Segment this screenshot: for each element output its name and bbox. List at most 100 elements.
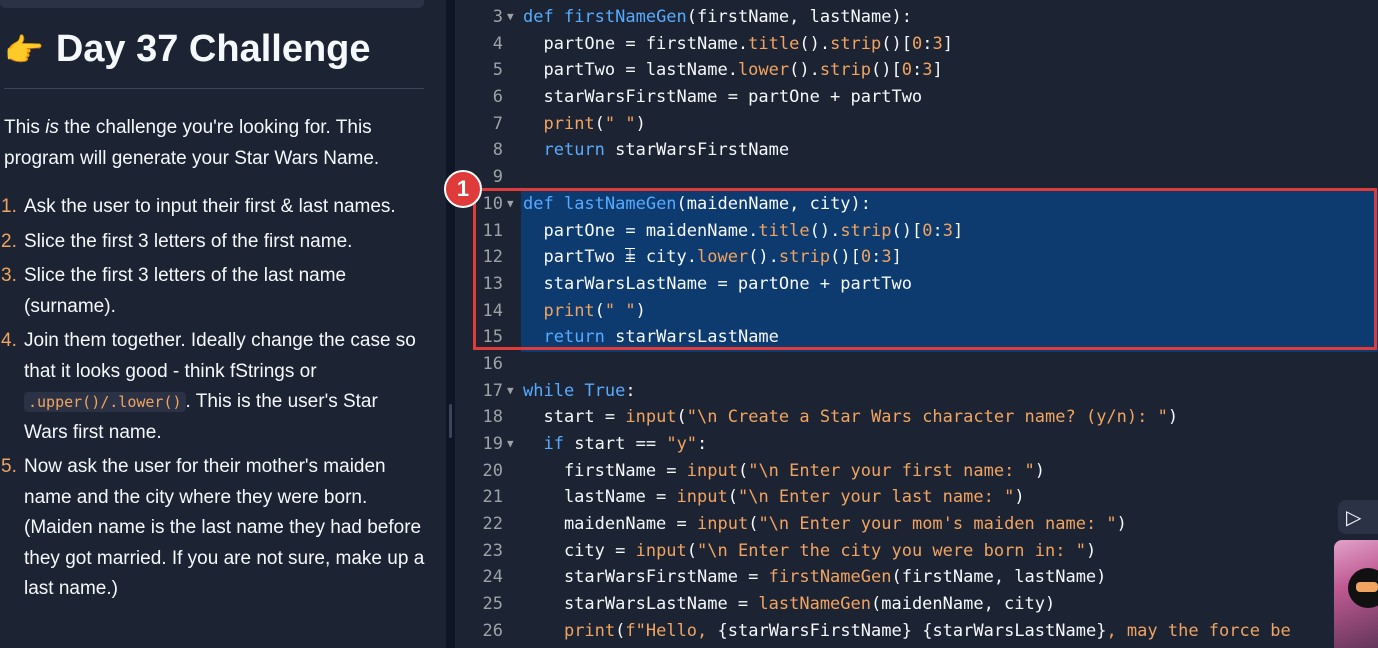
code-token: input: [635, 540, 687, 561]
code-token: (maidenName, city): [871, 594, 1056, 615]
line-number: 26: [482, 620, 503, 641]
code-token: ): [1014, 487, 1025, 508]
code-line[interactable]: 17 ▼ while True:: [455, 378, 1378, 405]
code-token: ): [1085, 540, 1097, 561]
code-line[interactable]: 21 lastName = input("\n Enter your last …: [455, 484, 1378, 511]
challenge-intro: This is the challenge you're looking for…: [4, 112, 424, 174]
panel-resize-handle[interactable]: [446, 0, 455, 648]
line-number: 20: [482, 460, 503, 481]
code-token: ()[: [871, 60, 902, 81]
line-number: 3: [492, 7, 503, 27]
code-token: :: [625, 380, 636, 401]
code-line[interactable]: 9: [455, 164, 1378, 191]
code-line[interactable]: 26 print(f"Hello, {starWarsFirstName} {s…: [455, 618, 1378, 645]
code-token: firstNameGen: [768, 567, 892, 588]
line-code: starWarsLastName = lastNameGen(maidenNam…: [523, 591, 1055, 618]
resize-grip[interactable]: [449, 404, 452, 438]
step-item: 5. Now ask the user for their mother's ma…: [0, 452, 425, 605]
code-token: 3: [922, 60, 933, 81]
line-code: print(" "): [523, 111, 646, 138]
intro-text-end: the challenge you're looking for. This p…: [4, 117, 380, 169]
code-token: start ==: [563, 434, 667, 454]
code-token: if: [543, 434, 564, 454]
code-token: "\n Enter your first name: ": [748, 460, 1035, 481]
code-token: ()[: [881, 33, 912, 54]
step-item: 2. Slice the first 3 letters of the first…: [0, 227, 425, 258]
fold-toggle-icon[interactable]: ▼: [507, 4, 514, 31]
code-line[interactable]: 18 start = input("\n Create a Star Wars …: [455, 404, 1378, 431]
line-code: maidenName = input("\n Enter your mom's …: [523, 511, 1127, 538]
step-number: 2.: [1, 230, 17, 252]
step-text: Join them together. Ideally change the c…: [24, 330, 416, 382]
instructions-panel: 👉 Day 37 Challenge This is the challenge…: [0, 0, 446, 648]
code-token: {starWarsFirstName} {starWarsLastName}: [717, 620, 1107, 641]
line-code: while True:: [523, 378, 636, 405]
fold-toggle-icon[interactable]: ▼: [507, 378, 514, 405]
code-token: 0: [911, 33, 923, 54]
inline-code: .upper()/.lower(): [24, 392, 186, 412]
code-line[interactable]: 6 starWarsFirstName = partOne + partTwo: [455, 84, 1378, 111]
step-item: 4. Join them together. Ideally change the…: [0, 326, 425, 448]
line-number: 6: [492, 87, 503, 108]
code-line[interactable]: 5 partTwo = lastName.lower().strip()[0:3…: [455, 57, 1378, 84]
code-line[interactable]: 24 starWarsFirstName = firstNameGen(firs…: [455, 564, 1378, 591]
line-code: return starWarsFirstName: [523, 137, 789, 164]
line-number: 23: [482, 540, 503, 561]
code-token: , may the force be: [1106, 620, 1291, 641]
code-token: ().: [789, 60, 820, 81]
code-line[interactable]: 16: [455, 351, 1378, 378]
code-line[interactable]: 25 starWarsLastName = lastNameGen(maiden…: [455, 591, 1378, 618]
code-token: firstName =: [523, 460, 687, 481]
code-line[interactable]: 8 return starWarsFirstName: [455, 137, 1378, 164]
code-token: ): [635, 113, 646, 134]
code-token: print: [563, 620, 616, 641]
code-token: "\n Create a Star Wars character name? (…: [686, 407, 1168, 428]
line-number: 24: [482, 567, 503, 588]
pointing-right-hand-icon: 👉: [4, 31, 44, 68]
code-token: f"Hello,: [625, 620, 718, 641]
line-number: 19: [482, 434, 503, 454]
code-token: partOne = firstName.: [523, 33, 749, 54]
line-code: print(f"Hello, {starWarsFirstName} {star…: [523, 618, 1291, 645]
code-line[interactable]: 7 print(" "): [455, 111, 1378, 138]
code-token: :: [912, 60, 923, 81]
code-token: return: [543, 140, 605, 161]
code-token: input: [697, 514, 749, 535]
code-token: city =: [523, 540, 636, 561]
play-button[interactable]: ▷: [1338, 500, 1378, 534]
intro-text-emphasis: is: [45, 117, 59, 138]
challenge-steps: 1. Ask the user to input their first & la…: [0, 192, 425, 609]
intro-text-start: This: [4, 117, 46, 138]
code-token: ]: [932, 60, 943, 81]
title-divider: [4, 88, 424, 89]
line-number: 7: [492, 113, 503, 134]
line-number: 8: [492, 140, 503, 161]
step-text: Slice the first 3 letters of the last na…: [24, 265, 347, 317]
code-token: print: [543, 113, 595, 134]
code-token: (: [615, 620, 626, 641]
line-code: def firstNameGen(firstName, lastName):: [523, 4, 912, 31]
code-line[interactable]: 19 ▼ if start == "y":: [455, 431, 1378, 458]
line-code: if start == "y":: [523, 431, 707, 458]
code-token: (: [686, 540, 698, 561]
step-text: Now ask the user for their mother's maid…: [24, 456, 425, 599]
code-token: firstNameGen: [563, 7, 687, 27]
annotation-badge: 1: [444, 170, 482, 208]
code-line[interactable]: 4 partOne = firstName.title().strip()[0:…: [455, 31, 1378, 58]
code-token: (: [737, 460, 749, 481]
line-code: starWarsFirstName = partOne + partTwo: [523, 84, 922, 111]
code-line[interactable]: 23 city = input("\n Enter the city you w…: [455, 538, 1378, 565]
code-line[interactable]: 20 firstName = input("\n Enter your firs…: [455, 458, 1378, 485]
line-number: 18: [482, 407, 503, 428]
code-token: "\n Enter the city you were born in: ": [697, 540, 1086, 561]
fold-toggle-icon[interactable]: ▼: [507, 431, 514, 458]
code-line[interactable]: 22 maidenName = input("\n Enter your mom…: [455, 511, 1378, 538]
line-code: starWarsFirstName = firstNameGen(firstNa…: [523, 564, 1106, 591]
code-token: strip: [830, 33, 882, 54]
code-line[interactable]: 3 ▼ def firstNameGen(firstName, lastName):: [455, 4, 1378, 31]
line-number: 21: [482, 487, 503, 508]
code-token: True: [584, 380, 626, 401]
code-token: lower: [737, 60, 790, 81]
line-code: city = input("\n Enter the city you were…: [523, 538, 1096, 565]
annotation-highlight-box: [473, 188, 1377, 350]
